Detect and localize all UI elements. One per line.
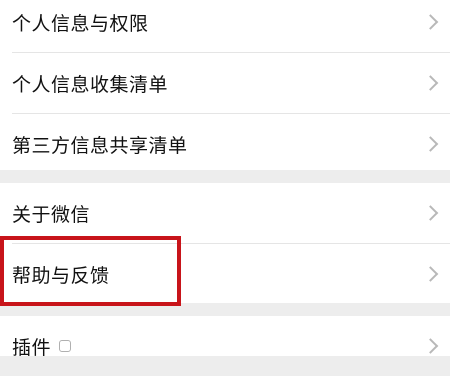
- chevron-right-icon: [422, 266, 439, 282]
- settings-item-personal-info-permissions[interactable]: 个人信息与权限: [0, 0, 450, 52]
- chevron-right-icon: [422, 75, 439, 91]
- settings-item-label: 帮助与反馈: [12, 264, 110, 287]
- settings-group-plugins: 插件: [0, 316, 450, 359]
- plugin-badge-icon: [59, 340, 72, 352]
- settings-item-label: 插件: [12, 336, 52, 359]
- settings-item-about-wechat[interactable]: 关于微信: [0, 183, 450, 243]
- settings-group-privacy: 个人信息与权限 个人信息收集清单 第三方信息共享清单: [0, 0, 450, 170]
- settings-group-about: 关于微信 帮助与反馈: [0, 183, 450, 303]
- settings-item-label: 个人信息与权限: [12, 12, 149, 35]
- settings-item-help-feedback[interactable]: 帮助与反馈: [0, 244, 450, 304]
- settings-item-plugins[interactable]: 插件: [0, 316, 450, 376]
- chevron-right-icon: [422, 338, 439, 354]
- settings-item-label: 个人信息收集清单: [12, 73, 169, 96]
- settings-item-label: 关于微信: [12, 203, 91, 226]
- chevron-right-icon: [422, 136, 439, 152]
- settings-item-personal-info-collection-list[interactable]: 个人信息收集清单: [0, 53, 450, 113]
- settings-item-label: 第三方信息共享清单: [12, 134, 188, 157]
- settings-item-third-party-sharing-list[interactable]: 第三方信息共享清单: [0, 114, 450, 174]
- chevron-right-icon: [422, 14, 439, 30]
- chevron-right-icon: [422, 205, 439, 221]
